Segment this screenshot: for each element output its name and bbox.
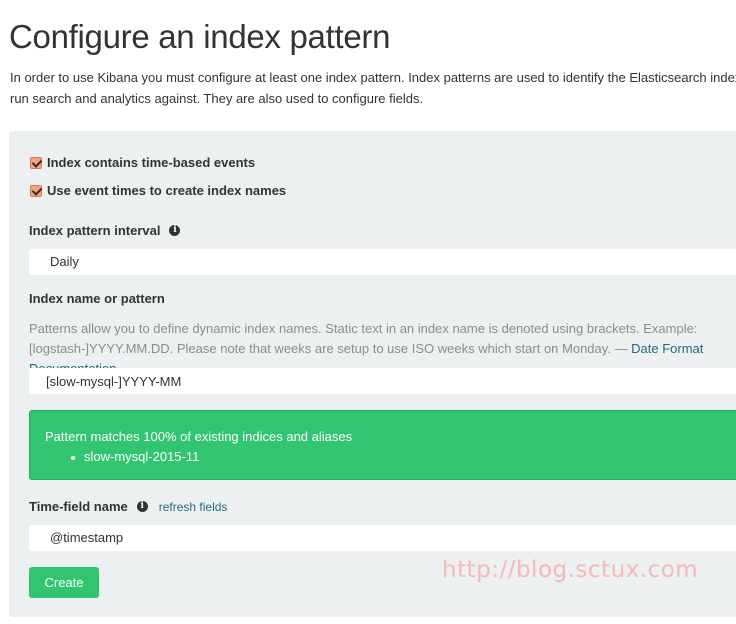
watermark-text: http://blog.sctux.com: [442, 557, 699, 583]
event-times-label: Use event times to create index names: [47, 183, 287, 198]
info-icon[interactable]: i: [136, 501, 148, 512]
interval-label-row: Index pattern interval i: [29, 223, 181, 238]
event-times-checkbox[interactable]: [30, 184, 42, 197]
pattern-match-list: slow-mysql-2015-11: [45, 449, 736, 464]
pattern-help-body: Patterns allow you to define dynamic ind…: [29, 321, 698, 356]
refresh-fields-link[interactable]: refresh fields: [159, 500, 228, 514]
page-title: Configure an index pattern: [9, 18, 391, 55]
pattern-match-item: slow-mysql-2015-11: [71, 449, 736, 464]
index-pattern-form: Index contains time-based events Use eve…: [9, 131, 736, 617]
pattern-match-alert: Pattern matches 100% of existing indices…: [29, 410, 736, 480]
time-field-label-row: Time-field name i refresh fields: [29, 499, 227, 514]
time-based-checkbox-row[interactable]: Index contains time-based events: [30, 155, 255, 170]
create-button[interactable]: Create: [29, 567, 99, 598]
event-times-checkbox-row[interactable]: Use event times to create index names: [30, 183, 286, 198]
intro-text: In order to use Kibana you must configur…: [10, 70, 736, 106]
time-based-checkbox[interactable]: [30, 156, 42, 169]
pattern-label: Index name or pattern: [29, 291, 165, 306]
interval-select[interactable]: Daily: [29, 249, 736, 275]
pattern-input[interactable]: [29, 368, 736, 394]
info-icon[interactable]: i: [169, 225, 181, 236]
interval-label: Index pattern interval: [29, 223, 161, 238]
time-based-label: Index contains time-based events: [47, 155, 256, 170]
time-field-label: Time-field name: [29, 499, 128, 514]
pattern-match-message: Pattern matches 100% of existing indices…: [45, 429, 353, 444]
time-field-select[interactable]: @timestamp: [29, 525, 736, 551]
